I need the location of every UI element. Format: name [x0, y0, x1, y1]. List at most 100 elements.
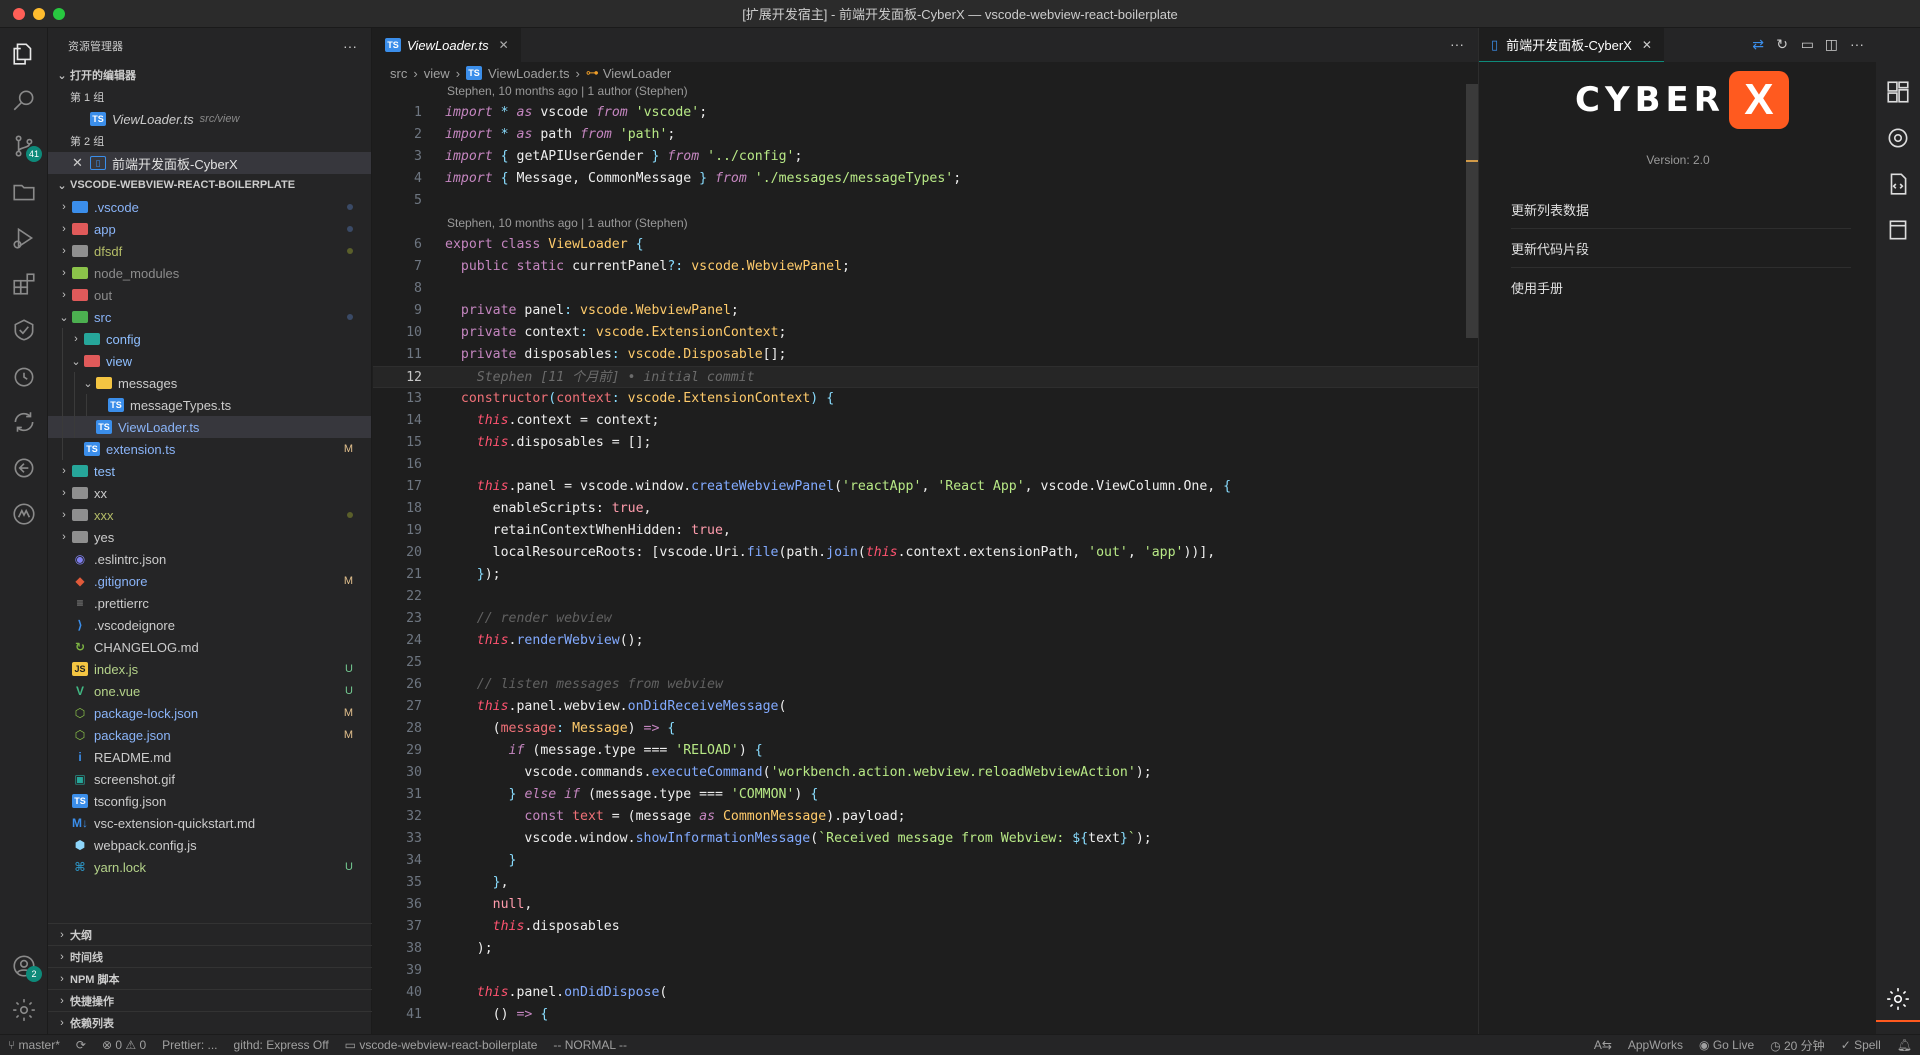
user-manual-button[interactable]: 使用手册: [1479, 268, 1851, 306]
editor-scrollbar[interactable]: [1466, 84, 1478, 338]
extensions-icon[interactable]: [0, 262, 48, 306]
zoom-window-button[interactable]: [53, 8, 65, 20]
tree-folder[interactable]: ⌄ view: [48, 350, 371, 372]
tree-file[interactable]: ◆ .gitignore M: [48, 570, 371, 592]
open-editor-item[interactable]: ✕ ▯ 前端开发面板-CyberX: [48, 152, 371, 174]
tree-folder[interactable]: › out: [48, 284, 371, 306]
code-editor[interactable]: Stephen, 10 months ago | 1 author (Steph…: [373, 84, 1478, 1034]
source-control-icon[interactable]: 41: [0, 124, 48, 168]
files-icon[interactable]: [0, 32, 48, 76]
tree-folder[interactable]: ⌄ src: [48, 306, 371, 328]
camera-icon[interactable]: [1876, 116, 1920, 160]
timeline-icon[interactable]: [0, 354, 48, 398]
testing-icon[interactable]: [0, 308, 48, 352]
code-doc-icon[interactable]: [1876, 162, 1920, 206]
problems-indicator[interactable]: ⊗ 0 ⚠ 0: [94, 1038, 154, 1052]
codelens-blame[interactable]: Stephen, 10 months ago | 1 author (Steph…: [373, 84, 1478, 102]
close-icon[interactable]: ✕: [499, 38, 509, 52]
code-line: 17 this.panel = vscode.window.createWebv…: [406, 479, 1232, 494]
breadcrumb-item[interactable]: src: [390, 66, 407, 81]
tree-folder[interactable]: › xxx: [48, 504, 371, 526]
tree-file[interactable]: ⌘ yarn.lock U: [48, 856, 371, 878]
tree-folder[interactable]: ⌄ messages: [48, 372, 371, 394]
tree-folder[interactable]: › node_modules: [48, 262, 371, 284]
sync-icon[interactable]: ⟳: [68, 1038, 94, 1052]
more-actions-icon[interactable]: ···: [343, 38, 357, 54]
branch-indicator[interactable]: ⑂ master*: [0, 1038, 68, 1052]
tree-file[interactable]: M↓ vsc-extension-quickstart.md: [48, 812, 371, 834]
appworks-status[interactable]: AppWorks: [1620, 1038, 1691, 1052]
accounts-icon[interactable]: 2: [0, 944, 48, 988]
githd-status[interactable]: githd: Express Off: [226, 1038, 337, 1052]
run-debug-icon[interactable]: [0, 216, 48, 260]
tree-folder[interactable]: › dfsdf: [48, 240, 371, 262]
tree-file[interactable]: i README.md: [48, 746, 371, 768]
tree-folder[interactable]: › app: [48, 218, 371, 240]
close-icon[interactable]: ✕: [72, 155, 90, 171]
book-icon[interactable]: [1876, 208, 1920, 252]
go-live-button[interactable]: ◉ Go Live: [1691, 1038, 1762, 1052]
more-actions-icon[interactable]: ···: [1850, 36, 1864, 52]
tree-file[interactable]: ◉ .eslintrc.json: [48, 548, 371, 570]
tree-folder[interactable]: › test: [48, 460, 371, 482]
search-icon[interactable]: [0, 78, 48, 122]
tree-file[interactable]: TS messageTypes.ts: [48, 394, 371, 416]
codelens-blame[interactable]: Stephen, 10 months ago | 1 author (Steph…: [373, 212, 1478, 234]
tree-folder[interactable]: › .vscode: [48, 196, 371, 218]
gitlens-icon[interactable]: [0, 446, 48, 490]
tree-file[interactable]: TS tsconfig.json: [48, 790, 371, 812]
live-share-icon[interactable]: [0, 400, 48, 444]
breadcrumb-item[interactable]: view: [424, 66, 450, 81]
tree-file[interactable]: Vone.vue U: [48, 680, 371, 702]
tab-cyberx[interactable]: ▯ 前端开发面板-CyberX ✕: [1479, 28, 1664, 62]
more-actions-icon[interactable]: ···: [1450, 36, 1464, 52]
update-list-data-button[interactable]: 更新列表数据: [1479, 190, 1851, 228]
project-section[interactable]: ⌄ VSCODE-WEBVIEW-REACT-BOILERPLATE: [48, 174, 371, 196]
dependencies-section[interactable]: › 依赖列表: [48, 1011, 372, 1033]
update-snippets-button[interactable]: 更新代码片段: [1479, 229, 1851, 267]
close-icon[interactable]: ✕: [1642, 38, 1652, 52]
refresh-icon[interactable]: ↻: [1776, 36, 1788, 53]
spell-check[interactable]: ✓ Spell: [1833, 1038, 1889, 1052]
notifications-icon[interactable]: 🔔︎: [1889, 1038, 1920, 1052]
layout-icon[interactable]: ▭: [1801, 36, 1814, 53]
manage-gear-icon[interactable]: [0, 988, 48, 1032]
tree-item-label: .prettierrc: [94, 595, 149, 611]
appworks-icon[interactable]: [0, 492, 48, 536]
tree-file[interactable]: ⬢ webpack.config.js: [48, 834, 371, 856]
tree-file[interactable]: ≡ .prettierrc: [48, 592, 371, 614]
timeline-section[interactable]: › 时间线: [48, 945, 372, 967]
settings-gear-icon[interactable]: [1876, 978, 1920, 1022]
npm-scripts-section[interactable]: › NPM 脚本: [48, 967, 372, 989]
split-editor-icon[interactable]: ◫: [1825, 36, 1838, 53]
open-editors-section[interactable]: ⌄ 打开的编辑器: [48, 64, 371, 86]
close-window-button[interactable]: [13, 8, 25, 20]
tree-folder[interactable]: › config: [48, 328, 371, 350]
sync-icon[interactable]: ⇄: [1752, 36, 1764, 53]
folder-indicator[interactable]: ▭ vscode-webview-react-boilerplate: [337, 1038, 546, 1052]
tree-file[interactable]: ▣ screenshot.gif: [48, 768, 371, 790]
tree-file[interactable]: ⬡ package-lock.json M: [48, 702, 371, 724]
remote-explorer-icon[interactable]: [0, 170, 48, 214]
quick-actions-section[interactable]: › 快捷操作: [48, 989, 372, 1011]
chevron-right-icon: ›: [62, 509, 66, 521]
minimize-window-button[interactable]: [33, 8, 45, 20]
code-line: 6 export class ViewLoader {: [414, 237, 644, 252]
tree-file[interactable]: JS index.js U: [48, 658, 371, 680]
tree-folder[interactable]: › xx: [48, 482, 371, 504]
tree-folder[interactable]: › yes: [48, 526, 371, 548]
open-editor-item[interactable]: TS ViewLoader.ts src/view: [48, 108, 371, 130]
time-tracker[interactable]: ◷ 20 分钟: [1762, 1037, 1833, 1054]
breadcrumb-item[interactable]: ViewLoader: [603, 66, 671, 81]
outline-section[interactable]: › 大纲: [48, 923, 372, 945]
tree-file[interactable]: ⟩ .vscodeignore: [48, 614, 371, 636]
dashboard-icon[interactable]: [1876, 70, 1920, 114]
tree-file[interactable]: ⬡ package.json M: [48, 724, 371, 746]
tree-file[interactable]: TS ViewLoader.ts: [48, 416, 371, 438]
tree-file[interactable]: ↻ CHANGELOG.md: [48, 636, 371, 658]
prettier-status[interactable]: Prettier: ...: [154, 1038, 225, 1052]
tree-file[interactable]: TS extension.ts M: [48, 438, 371, 460]
tab-viewloader[interactable]: TS ViewLoader.ts ✕: [373, 28, 522, 62]
translate-icon[interactable]: A⇆: [1586, 1038, 1620, 1052]
breadcrumb-item[interactable]: ViewLoader.ts: [488, 66, 569, 81]
